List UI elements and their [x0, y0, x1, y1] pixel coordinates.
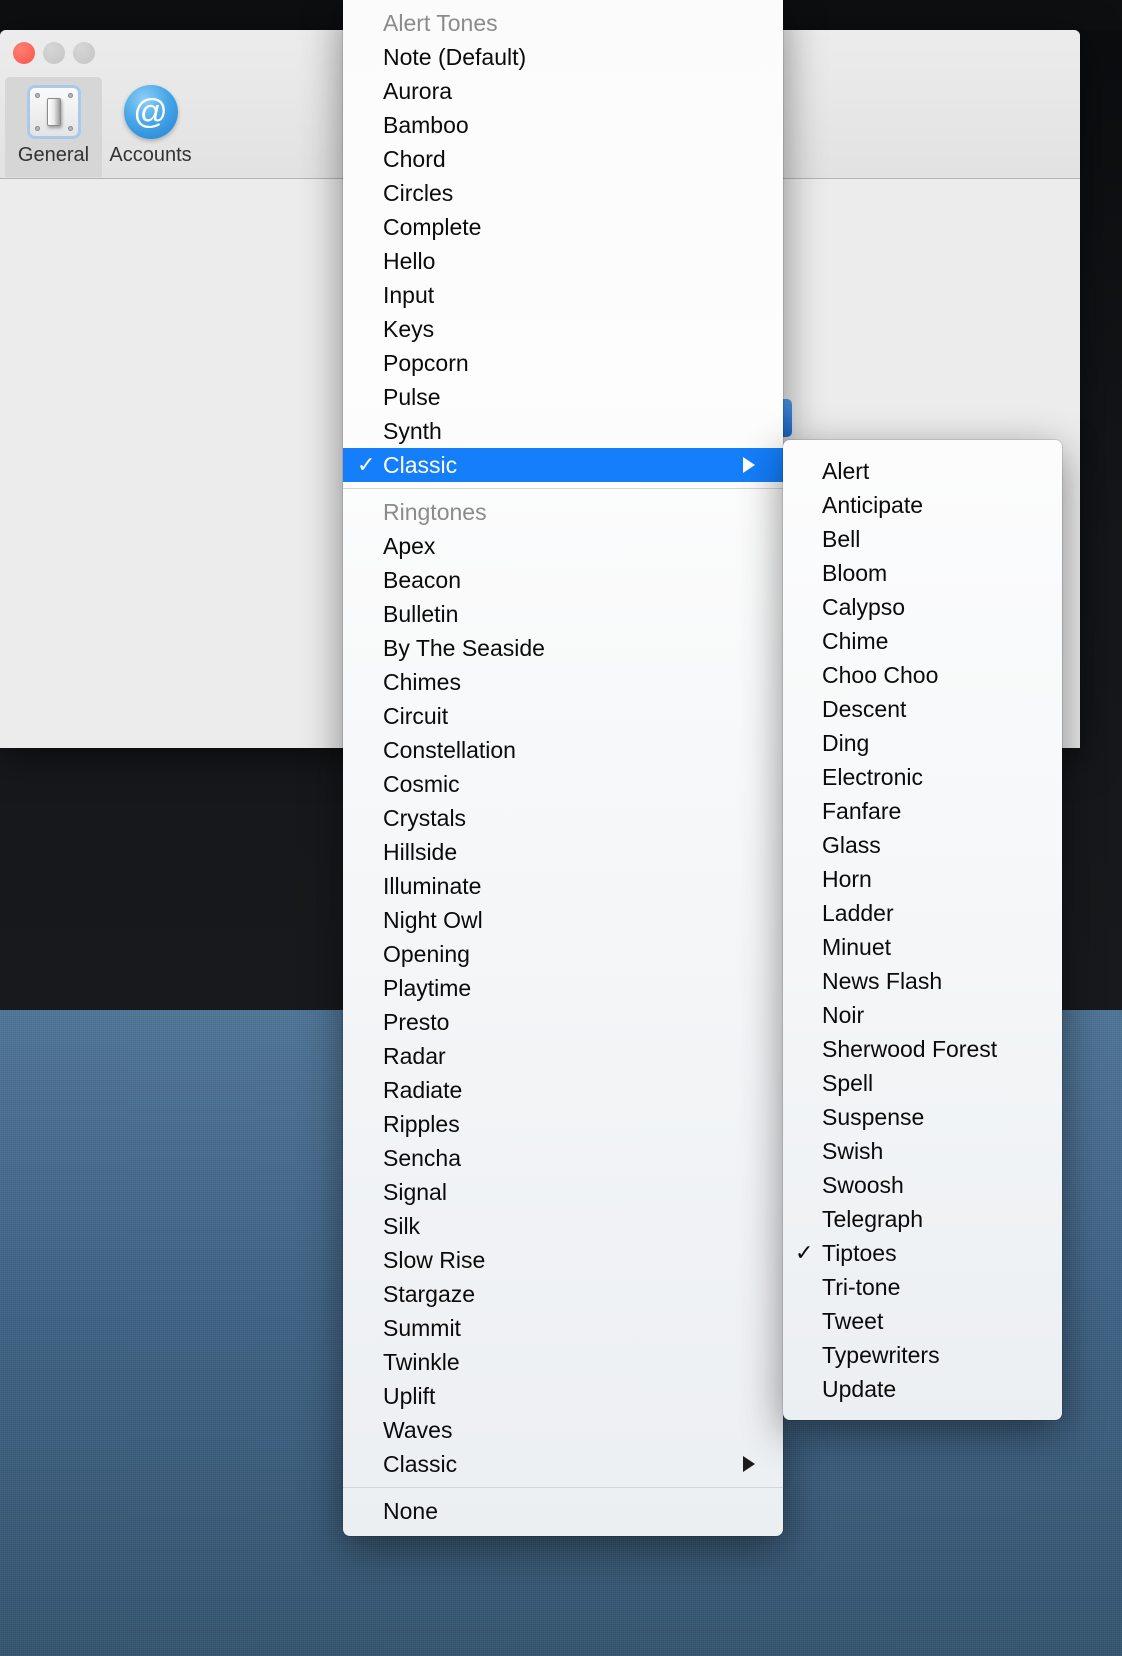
- submenu-item-tiptoes[interactable]: ✓ Tiptoes: [783, 1236, 1062, 1270]
- submenu-item-electronic[interactable]: Electronic: [783, 760, 1062, 794]
- toolbar-item-accounts-label: Accounts: [109, 144, 192, 166]
- submenu-item-chime[interactable]: Chime: [783, 624, 1062, 658]
- menu-item-chord[interactable]: Chord: [343, 142, 783, 176]
- menu-item-uplift[interactable]: Uplift: [343, 1379, 783, 1413]
- menu-item-beacon[interactable]: Beacon: [343, 563, 783, 597]
- menu-item-hillside[interactable]: Hillside: [343, 835, 783, 869]
- submenu-item-swoosh[interactable]: Swoosh: [783, 1168, 1062, 1202]
- submenu-item-noir[interactable]: Noir: [783, 998, 1062, 1032]
- menu-item-ripples[interactable]: Ripples: [343, 1107, 783, 1141]
- submenu-item-tri-tone[interactable]: Tri-tone: [783, 1270, 1062, 1304]
- menu-item-complete[interactable]: Complete: [343, 210, 783, 244]
- menu-item-night-owl[interactable]: Night Owl: [343, 903, 783, 937]
- submenu-item-bell[interactable]: Bell: [783, 522, 1062, 556]
- menu-item-opening[interactable]: Opening: [343, 937, 783, 971]
- menu-item-illuminate[interactable]: Illuminate: [343, 869, 783, 903]
- screen: General @ Accounts Default IM applicatio…: [0, 0, 1122, 1656]
- submenu-item-tweet[interactable]: Tweet: [783, 1304, 1062, 1338]
- submenu-item-news-flash[interactable]: News Flash: [783, 964, 1062, 998]
- submenu-item-bloom[interactable]: Bloom: [783, 556, 1062, 590]
- menu-item-constellation[interactable]: Constellation: [343, 733, 783, 767]
- menu-item-pulse[interactable]: Pulse: [343, 380, 783, 414]
- menu-item-radiate[interactable]: Radiate: [343, 1073, 783, 1107]
- menu-item-crystals[interactable]: Crystals: [343, 801, 783, 835]
- checkmark-icon: ✓: [357, 452, 376, 477]
- menu-item-classic-ringtone-label: Classic: [383, 1451, 458, 1477]
- menu-item-cosmic[interactable]: Cosmic: [343, 767, 783, 801]
- menu-item-aurora[interactable]: Aurora: [343, 74, 783, 108]
- menu-item-radar[interactable]: Radar: [343, 1039, 783, 1073]
- toolbar-item-accounts[interactable]: @ Accounts: [102, 77, 199, 177]
- menu-item-bamboo[interactable]: Bamboo: [343, 108, 783, 142]
- submenu-item-glass[interactable]: Glass: [783, 828, 1062, 862]
- at-sign-icon: @: [123, 85, 178, 139]
- submenu-item-alert[interactable]: Alert: [783, 454, 1062, 488]
- menu-section-header-alert-tones: Alert Tones: [383, 10, 498, 36]
- classic-submenu[interactable]: Alert Anticipate Bell Bloom Calypso Chim…: [783, 440, 1062, 1420]
- toggle-switch-icon: [26, 85, 81, 139]
- menu-separator: [343, 488, 783, 489]
- menu-item-playtime[interactable]: Playtime: [343, 971, 783, 1005]
- menu-item-chimes[interactable]: Chimes: [343, 665, 783, 699]
- menu-item-summit[interactable]: Summit: [343, 1311, 783, 1345]
- zoom-button[interactable]: [73, 42, 95, 64]
- close-button[interactable]: [13, 42, 35, 64]
- submenu-item-sherwood-forest[interactable]: Sherwood Forest: [783, 1032, 1062, 1066]
- toolbar-item-general[interactable]: General: [5, 77, 102, 177]
- menu-item-classic-alert-label: Classic: [383, 452, 458, 478]
- menu-item-hello[interactable]: Hello: [343, 244, 783, 278]
- menu-item-circles[interactable]: Circles: [343, 176, 783, 210]
- menu-item-input[interactable]: Input: [343, 278, 783, 312]
- menu-item-waves[interactable]: Waves: [343, 1413, 783, 1447]
- sound-popup-menu[interactable]: Alert Tones Note (Default) Aurora Bamboo…: [343, 0, 783, 1536]
- submenu-item-descent[interactable]: Descent: [783, 692, 1062, 726]
- submenu-item-horn[interactable]: Horn: [783, 862, 1062, 896]
- submenu-chevron-right-icon: [743, 457, 755, 473]
- menu-item-keys[interactable]: Keys: [343, 312, 783, 346]
- submenu-item-ladder[interactable]: Ladder: [783, 896, 1062, 930]
- preferences-toolbar: General @ Accounts: [0, 77, 199, 177]
- submenu-item-minuet[interactable]: Minuet: [783, 930, 1062, 964]
- menu-item-presto[interactable]: Presto: [343, 1005, 783, 1039]
- submenu-item-telegraph[interactable]: Telegraph: [783, 1202, 1062, 1236]
- submenu-item-anticipate[interactable]: Anticipate: [783, 488, 1062, 522]
- menu-item-popcorn[interactable]: Popcorn: [343, 346, 783, 380]
- submenu-item-calypso[interactable]: Calypso: [783, 590, 1062, 624]
- submenu-item-choo-choo[interactable]: Choo Choo: [783, 658, 1062, 692]
- menu-item-note-default[interactable]: Note (Default): [343, 40, 783, 74]
- menu-item-sencha[interactable]: Sencha: [343, 1141, 783, 1175]
- menu-item-stargaze[interactable]: Stargaze: [343, 1277, 783, 1311]
- menu-separator: [343, 1487, 783, 1488]
- toolbar-item-general-label: General: [17, 144, 90, 166]
- menu-item-classic-ringtone[interactable]: Classic: [343, 1447, 783, 1481]
- minimize-button[interactable]: [43, 42, 65, 64]
- menu-item-twinkle[interactable]: Twinkle: [343, 1345, 783, 1379]
- submenu-item-fanfare[interactable]: Fanfare: [783, 794, 1062, 828]
- menu-item-classic-alert[interactable]: ✓ Classic: [343, 448, 783, 482]
- menu-item-silk[interactable]: Silk: [343, 1209, 783, 1243]
- submenu-item-ding[interactable]: Ding: [783, 726, 1062, 760]
- menu-item-slow-rise[interactable]: Slow Rise: [343, 1243, 783, 1277]
- at-sign-glyph: @: [123, 85, 178, 139]
- submenu-item-spell[interactable]: Spell: [783, 1066, 1062, 1100]
- menu-item-by-the-seaside[interactable]: By The Seaside: [343, 631, 783, 665]
- checkmark-icon: ✓: [795, 1240, 814, 1265]
- menu-item-signal[interactable]: Signal: [343, 1175, 783, 1209]
- menu-item-synth[interactable]: Synth: [343, 414, 783, 448]
- submenu-item-suspense[interactable]: Suspense: [783, 1100, 1062, 1134]
- submenu-item-update[interactable]: Update: [783, 1372, 1062, 1406]
- menu-item-bulletin[interactable]: Bulletin: [343, 597, 783, 631]
- window-controls: [13, 42, 95, 64]
- submenu-item-swish[interactable]: Swish: [783, 1134, 1062, 1168]
- menu-item-none[interactable]: None: [343, 1494, 783, 1528]
- menu-item-apex[interactable]: Apex: [343, 529, 783, 563]
- menu-section-header-ringtones: Ringtones: [383, 499, 487, 525]
- submenu-item-tiptoes-label: Tiptoes: [822, 1240, 897, 1266]
- submenu-item-typewriters[interactable]: Typewriters: [783, 1338, 1062, 1372]
- menu-item-circuit[interactable]: Circuit: [343, 699, 783, 733]
- submenu-chevron-right-icon: [743, 1456, 755, 1472]
